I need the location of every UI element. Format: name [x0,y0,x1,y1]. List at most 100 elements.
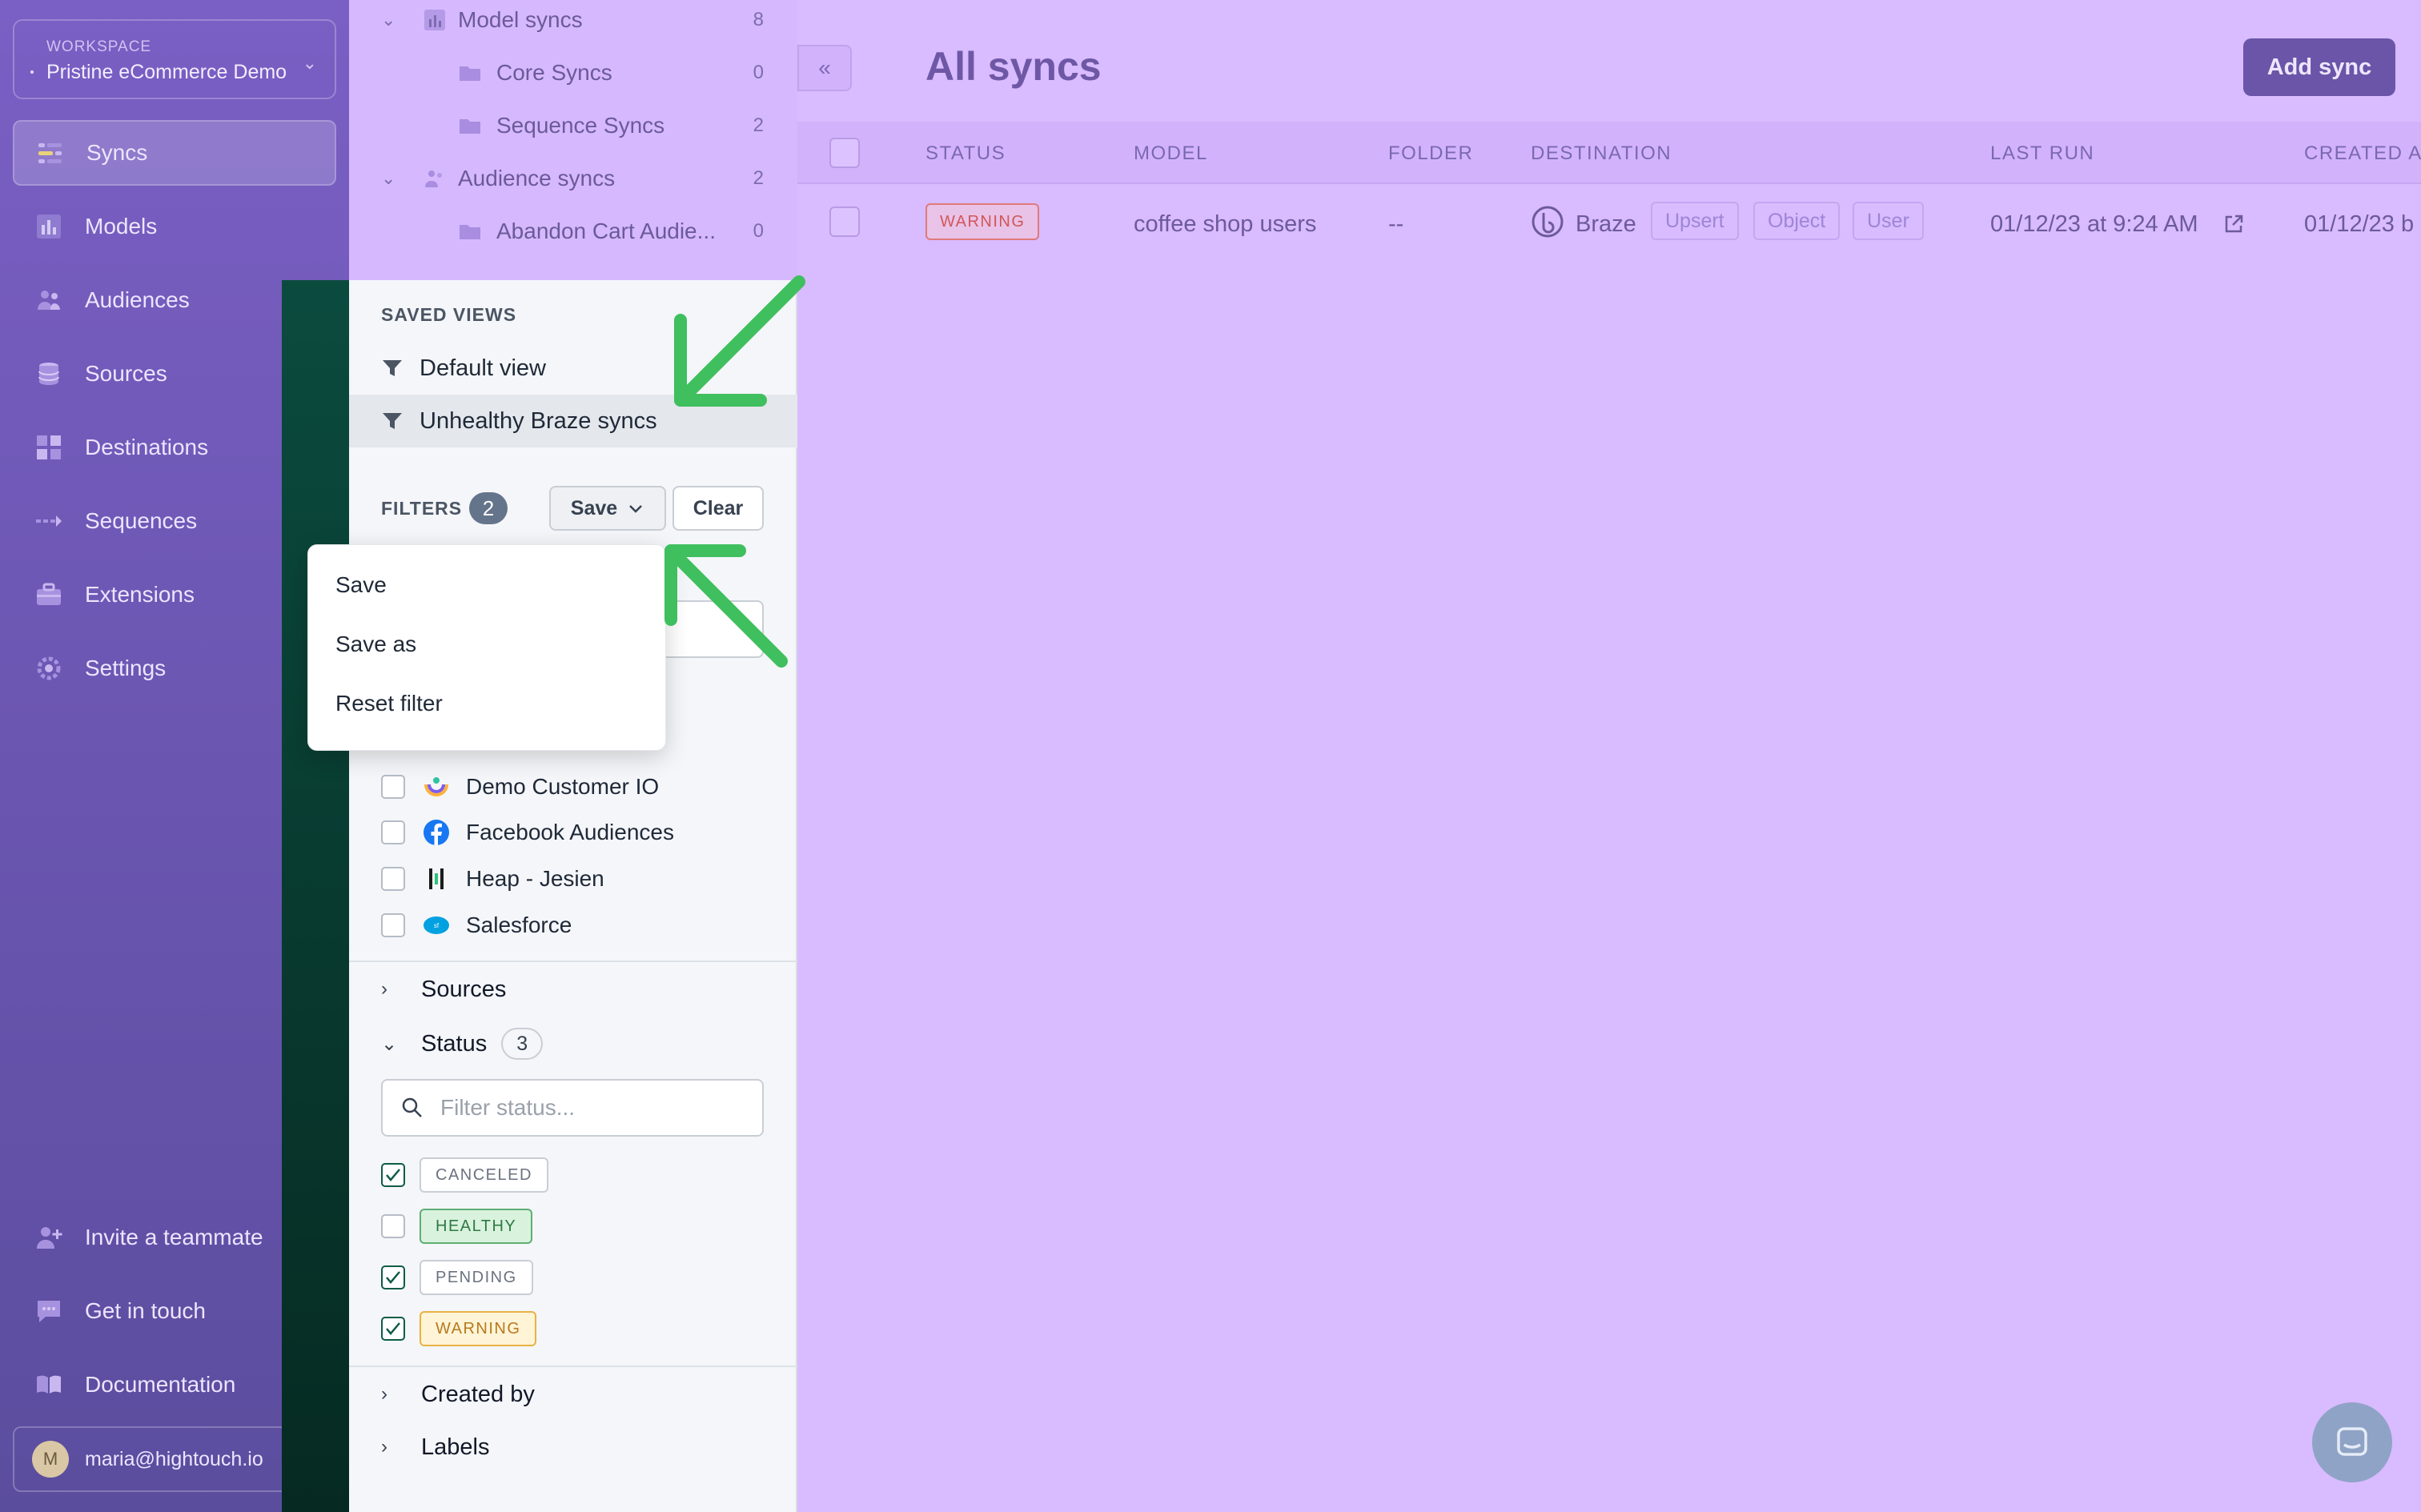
salesforce-icon: sf [423,912,450,939]
nav-item-syncs[interactable]: Syncs [13,120,336,186]
book-icon [34,1370,64,1400]
checkbox-checked[interactable] [381,1317,405,1341]
nav-item-label: Models [85,214,158,239]
checkbox[interactable] [381,820,405,844]
check-icon [386,1271,400,1284]
nav-item-label: Get in touch [85,1298,206,1323]
row-checkbox[interactable] [829,207,860,237]
chat-launcher-button[interactable] [2312,1402,2392,1482]
braze-icon [1532,206,1564,238]
checkbox-checked[interactable] [381,1265,405,1289]
column-header-last-run[interactable]: LAST RUN [1990,142,2094,165]
collapse-sidebar-button[interactable]: « [797,45,852,91]
saved-view-label: Default view [420,355,546,381]
status-search-input[interactable]: Filter status... [381,1079,764,1137]
add-sync-button[interactable]: Add sync [2243,38,2395,96]
tree-item-model-syncs[interactable]: ⌄ Model syncs 8 [349,0,797,46]
tree-item-count: 0 [753,220,764,242]
people-icon [34,285,64,315]
menu-item-save-as[interactable]: Save as [335,632,416,657]
checkbox[interactable] [381,1214,405,1238]
tree-item-label: Core Syncs [496,60,612,85]
nav-item-label: Audiences [85,287,190,312]
heap-icon [423,865,450,892]
workspace-switcher[interactable]: WORKSPACE Pristine eCommerce Demo ⌄ [13,19,336,99]
check-icon [386,1169,400,1181]
divider [349,1366,797,1367]
chevron-down-icon: ⌄ [381,10,396,30]
external-link-icon[interactable] [2222,213,2245,235]
syncs-icon [35,138,66,168]
table-row[interactable]: WARNING coffee shop users -- Braze Upser… [797,184,2421,263]
checkbox[interactable] [381,867,405,891]
workspace-name: Pristine eCommerce Demo [46,61,287,83]
status-count-badge: 3 [501,1028,544,1060]
menu-item-save[interactable]: Save [335,572,387,598]
tree-item-audience-syncs[interactable]: ⌄ Audience syncs 2 [349,152,797,205]
column-header-folder[interactable]: FOLDER [1388,142,1473,165]
grid-icon [34,432,64,463]
funnel-icon [383,413,402,429]
tree-item-count: 2 [753,167,764,189]
tree-item-label: Model syncs [458,7,583,32]
folder-icon [460,225,480,239]
tree-item-count: 0 [753,62,764,83]
column-header-created-at[interactable]: CREATED AT [2304,142,2421,165]
destination-option[interactable]: sf Salesforce [381,905,572,945]
nav-item-label: Settings [85,656,167,680]
filters-heading: FILTERS [381,498,463,519]
column-header-model[interactable]: MODEL [1134,142,1208,165]
briefcase-icon [34,580,64,610]
tree-item-core-syncs[interactable]: Core Syncs 0 [349,46,797,99]
tree-item-count: 8 [753,9,764,30]
status-badge: PENDING [420,1260,533,1295]
sources-section-toggle[interactable]: › Sources [381,967,506,1012]
facebook-icon [423,819,450,846]
background-panel [282,280,349,1512]
filter-panel: ⌄ Model syncs 8 Core Syncs 0 Sequence Sy… [349,0,797,1512]
destination-option[interactable]: Heap - Jesien [381,859,604,899]
tag: Upsert [1651,202,1739,240]
folder-cell: -- [1388,211,1404,237]
funnel-icon [383,360,402,376]
section-label: Sources [421,976,507,1002]
workspace-dot [30,70,34,74]
tree-item-sequence-syncs[interactable]: Sequence Syncs 2 [349,99,797,152]
folder-icon [460,119,480,134]
clear-button[interactable]: Clear [672,486,764,531]
select-all-checkbox[interactable] [829,138,860,168]
destination-option[interactable]: Facebook Audiences [381,812,674,852]
save-dropdown-button[interactable]: Save [549,486,666,531]
saved-view-label: Unhealthy Braze syncs [420,407,657,434]
labels-section-toggle[interactable]: › Labels [381,1425,489,1470]
section-label: Status [421,1030,488,1057]
bar-chart-icon [424,10,445,30]
nav-item-label: Invite a teammate [85,1225,263,1249]
created-by-section-toggle[interactable]: › Created by [381,1372,535,1417]
tag: Object [1753,202,1841,240]
last-run-cell[interactable]: 01/12/23 at 9:24 AM [1990,211,2198,238]
nav-item-models[interactable]: Models [13,194,336,259]
status-badge: WARNING [420,1311,537,1346]
table-header: STATUS MODEL FOLDER DESTINATION LAST RUN… [797,122,2421,184]
column-header-status[interactable]: STATUS [925,142,1006,165]
bar-chart-icon [34,211,64,242]
checkbox[interactable] [381,913,405,937]
chevron-down-icon [629,505,643,513]
nav-item-label: Sequences [85,508,198,533]
people-icon [425,170,442,187]
check-icon [386,1322,400,1335]
column-header-destination[interactable]: DESTINATION [1531,142,1672,165]
sequence-arrow-icon [34,506,64,536]
tree-item-abandon-cart[interactable]: Abandon Cart Audie... 0 [349,205,797,258]
chevron-down-icon: ⌄ [381,168,396,188]
destination-option[interactable]: Demo Customer IO [381,767,659,807]
nav-item-label: Syncs [86,140,148,165]
checkbox[interactable] [381,775,405,799]
status-section-toggle[interactable]: ⌄ Status 3 [381,1021,544,1066]
chevron-right-icon: › [381,1436,387,1458]
status-badge: HEALTHY [420,1209,533,1244]
annotation-arrow-icon [664,544,788,668]
menu-item-reset-filter[interactable]: Reset filter [335,691,443,716]
checkbox-checked[interactable] [381,1163,405,1187]
